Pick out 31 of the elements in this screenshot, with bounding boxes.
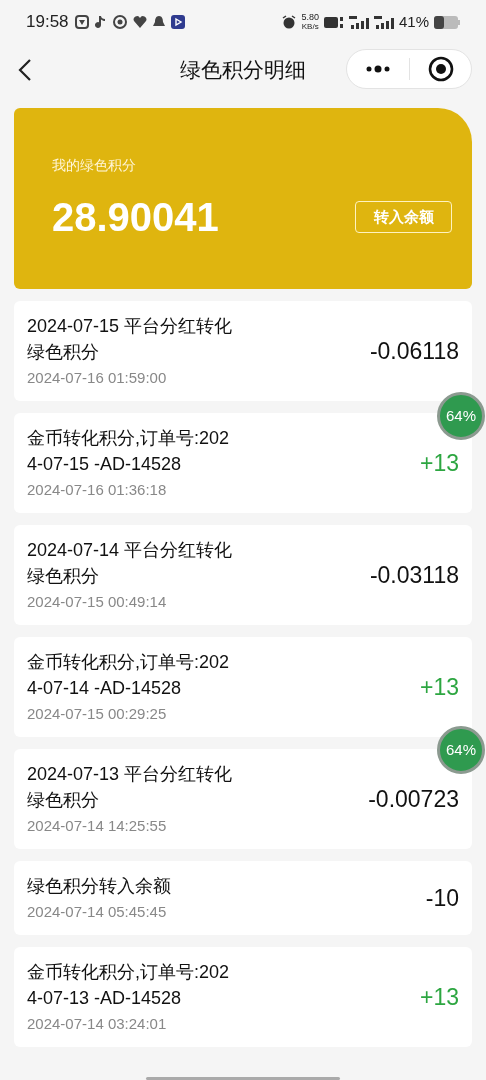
page-title: 绿色积分明细 <box>180 57 306 84</box>
balance-value: 28.90041 <box>52 194 219 241</box>
record-title: 金币转化积分,订单号:2024-07-13 -AD-14528 <box>27 961 231 1010</box>
balance-label: 我的绿色积分 <box>52 156 136 175</box>
record-amount: -0.06118 <box>369 336 459 366</box>
record-amount: -0.03118 <box>369 560 459 590</box>
record-time: 2024-07-14 14:25:55 <box>27 816 167 836</box>
record-amount: -10 <box>425 883 459 913</box>
battery-percent: 41% <box>398 11 429 32</box>
clock-time: 19:58 <box>26 11 69 34</box>
transfer-button[interactable]: 转入余额 <box>355 201 452 233</box>
record-title: 2024-07-15 平台分红转化绿色积分 <box>27 315 234 364</box>
progress-badge: 64% <box>437 726 485 774</box>
record-title: 2024-07-14 平台分红转化绿色积分 <box>27 539 234 588</box>
record-time: 2024-07-15 00:29:25 <box>27 704 167 724</box>
record-time: 2024-07-16 01:36:18 <box>27 480 167 500</box>
record-time: 2024-07-14 03:24:01 <box>27 1014 167 1034</box>
record-title: 金币转化积分,订单号:2024-07-15 -AD-14528 <box>27 427 231 476</box>
record-time: 2024-07-15 00:49:14 <box>27 592 167 612</box>
record-time: 2024-07-16 01:59:00 <box>27 368 167 388</box>
record-amount: +13 <box>420 982 459 1012</box>
record-time: 2024-07-14 05:45:45 <box>27 902 167 922</box>
progress-badge: 64% <box>437 392 485 440</box>
record-amount: +13 <box>420 448 459 478</box>
speed-unit: KB/s <box>301 22 319 31</box>
record-amount: +13 <box>420 672 459 702</box>
record-amount: -0.00723 <box>368 784 459 814</box>
record-title: 绿色积分转入余额 <box>27 875 172 898</box>
network-speed: 5.80 <box>301 13 319 22</box>
record-title: 金币转化积分,订单号:2024-07-14 -AD-14528 <box>27 651 231 700</box>
record-title: 2024-07-13 平台分红转化绿色积分 <box>27 763 234 812</box>
